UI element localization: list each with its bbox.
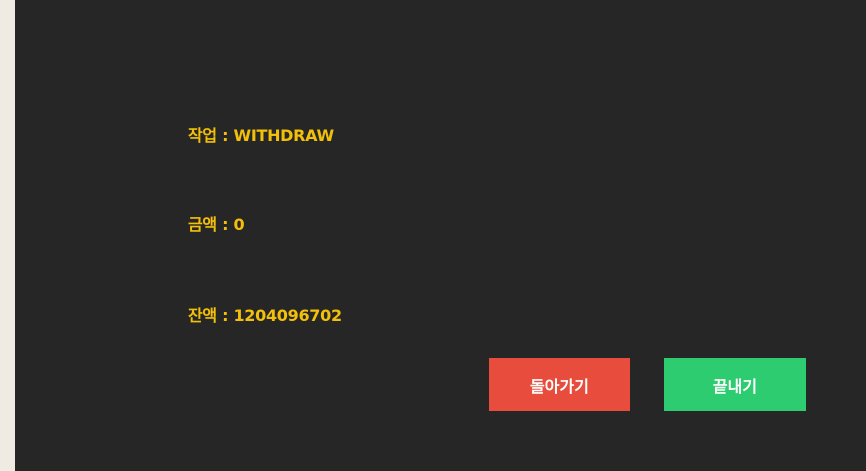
- exit-button[interactable]: 끝내기: [664, 358, 806, 411]
- main-panel: 작업 : WITHDRAW 금액 : 0 잔액 : 1204096702 돌아가…: [15, 0, 866, 471]
- back-button[interactable]: 돌아가기: [489, 358, 630, 411]
- operation-text: 작업 : WITHDRAW: [188, 126, 334, 145]
- balance-text: 잔액 : 1204096702: [188, 306, 342, 325]
- amount-text: 금액 : 0: [188, 215, 245, 234]
